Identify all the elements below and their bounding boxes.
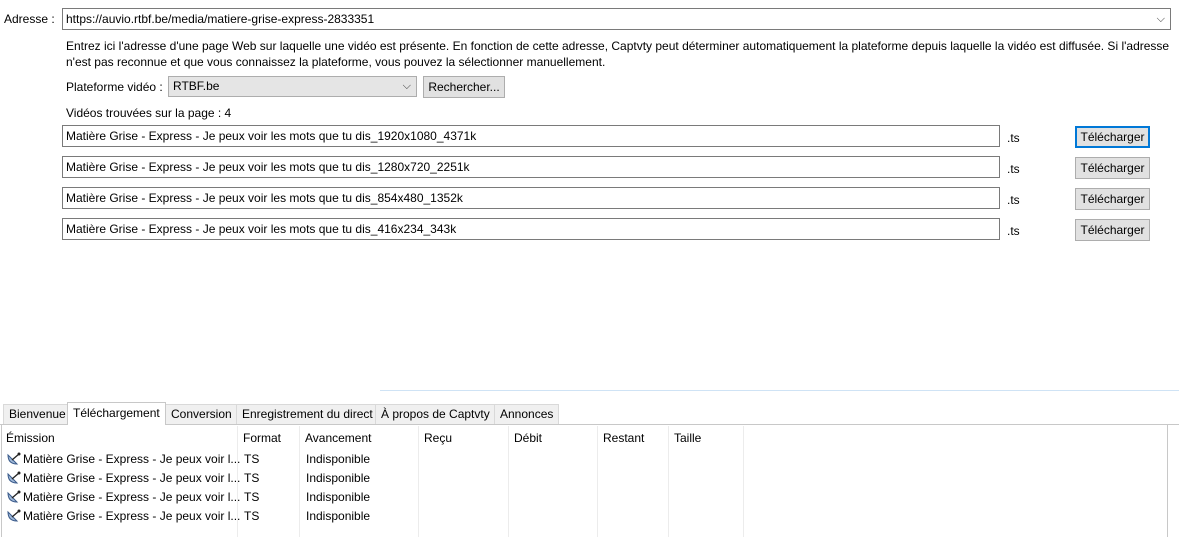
video-name-input[interactable]: Matière Grise - Express - Je peux voir l…: [62, 156, 1000, 178]
table-row[interactable]: Matière Grise - Express - Je peux voir l…: [0, 451, 1168, 469]
column-header-recu[interactable]: Reçu: [424, 431, 452, 445]
video-name-input[interactable]: Matière Grise - Express - Je peux voir l…: [62, 125, 1000, 147]
video-name: Matière Grise - Express - Je peux voir l…: [66, 191, 463, 205]
download-format: TS: [244, 490, 260, 504]
download-button[interactable]: Télécharger: [1075, 157, 1150, 179]
video-name: Matière Grise - Express - Je peux voir l…: [66, 222, 457, 236]
download-button[interactable]: Télécharger: [1075, 126, 1150, 148]
tab-bienvenue[interactable]: Bienvenue: [3, 404, 72, 424]
video-name: Matière Grise - Express - Je peux voir l…: [66, 129, 477, 143]
tab-telechargement[interactable]: Téléchargement: [67, 402, 166, 425]
download-status: Indisponible: [306, 490, 371, 504]
download-status: Indisponible: [306, 509, 371, 523]
video-extension: .ts: [1007, 131, 1020, 145]
video-extension: .ts: [1007, 193, 1020, 207]
download-format: TS: [244, 452, 260, 466]
chevron-down-icon[interactable]: ⌵: [1157, 9, 1165, 29]
platform-selected: RTBF.be: [173, 79, 220, 93]
download-format: TS: [244, 509, 260, 523]
platform-label: Plateforme vidéo :: [66, 80, 163, 94]
column-header-taille[interactable]: Taille: [674, 431, 701, 445]
video-name-input[interactable]: Matière Grise - Express - Je peux voir l…: [62, 187, 1000, 209]
help-text-line2: n'est pas reconnue et que vous connaisse…: [66, 55, 606, 69]
column-header-emission[interactable]: Émission: [6, 431, 55, 445]
address-input[interactable]: https://auvio.rtbf.be/media/matiere-gris…: [62, 8, 1171, 30]
download-emission: Matière Grise - Express - Je peux voir l…: [23, 452, 241, 466]
splitter[interactable]: [380, 390, 1179, 391]
download-button[interactable]: Télécharger: [1075, 188, 1150, 210]
download-emission: Matière Grise - Express - Je peux voir l…: [23, 490, 241, 504]
chevron-down-icon: ⌵: [402, 80, 411, 92]
column-header-avancement[interactable]: Avancement: [305, 431, 372, 445]
download-format: TS: [244, 471, 260, 485]
video-extension: .ts: [1007, 162, 1020, 176]
video-name: Matière Grise - Express - Je peux voir l…: [66, 160, 470, 174]
table-row[interactable]: Matière Grise - Express - Je peux voir l…: [0, 508, 1168, 526]
download-emission: Matière Grise - Express - Je peux voir l…: [23, 509, 241, 523]
tab-conversion[interactable]: Conversion: [165, 404, 238, 424]
tab-a-propos[interactable]: À propos de Captvty: [375, 404, 496, 424]
column-header-restant[interactable]: Restant: [603, 431, 644, 445]
address-value: https://auvio.rtbf.be/media/matiere-gris…: [66, 12, 375, 26]
table-row[interactable]: Matière Grise - Express - Je peux voir l…: [0, 489, 1168, 507]
videos-found-label: Vidéos trouvées sur la page : 4: [66, 106, 232, 120]
video-extension: .ts: [1007, 224, 1020, 238]
video-name-input[interactable]: Matière Grise - Express - Je peux voir l…: [62, 218, 1000, 240]
address-label: Adresse :: [4, 12, 55, 26]
download-status: Indisponible: [306, 471, 371, 485]
satellite-dish-icon: [7, 452, 21, 465]
download-status: Indisponible: [306, 452, 371, 466]
tab-enregistrement-direct[interactable]: Enregistrement du direct: [236, 404, 379, 424]
download-button[interactable]: Télécharger: [1075, 219, 1150, 241]
tab-annonces[interactable]: Annonces: [494, 404, 560, 424]
help-text-line1: Entrez ici l'adresse d'une page Web sur …: [66, 39, 1170, 53]
satellite-dish-icon: [7, 471, 21, 484]
download-emission: Matière Grise - Express - Je peux voir l…: [23, 471, 241, 485]
search-button[interactable]: Rechercher...: [423, 76, 505, 98]
column-header-format[interactable]: Format: [243, 431, 281, 445]
satellite-dish-icon: [7, 509, 21, 522]
column-header-debit[interactable]: Débit: [514, 431, 542, 445]
satellite-dish-icon: [7, 490, 21, 503]
table-row[interactable]: Matière Grise - Express - Je peux voir l…: [0, 470, 1168, 488]
platform-select[interactable]: RTBF.be ⌵: [168, 76, 417, 97]
